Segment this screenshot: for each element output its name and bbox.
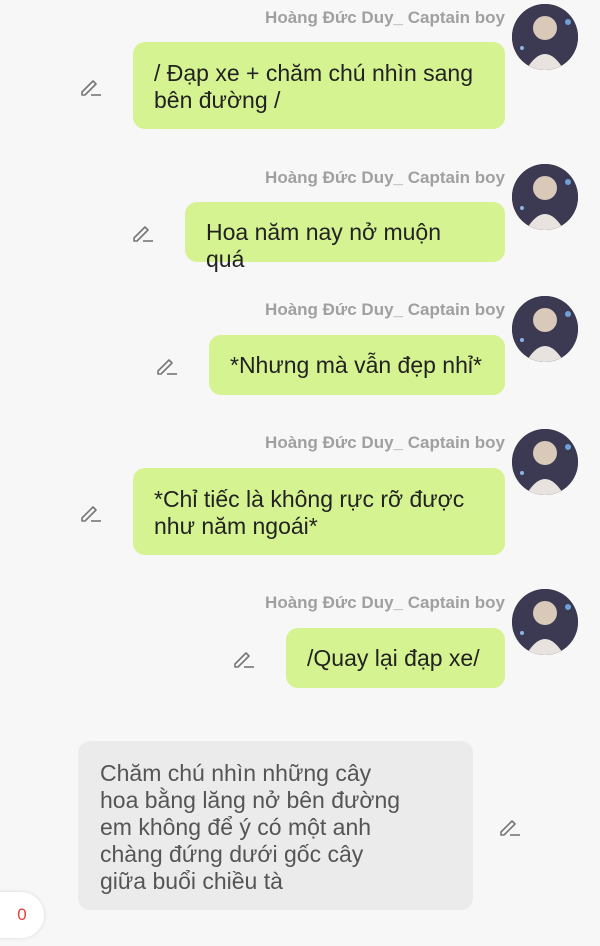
sender-name: Hoàng Đức Duy_ Captain boy <box>265 8 505 27</box>
message-bubble[interactable]: *Nhưng mà vẫn đẹp nhỉ* <box>209 335 505 395</box>
edit-icon[interactable] <box>155 353 179 377</box>
message-bubble[interactable]: Hoa năm nay nở muộn quá <box>185 202 505 272</box>
edit-icon[interactable] <box>131 220 155 244</box>
edit-icon[interactable] <box>79 74 103 98</box>
sender-name: Hoàng Đức Duy_ Captain boy <box>265 593 505 612</box>
user-avatar[interactable] <box>512 296 578 362</box>
sender-name: Hoàng Đức Duy_ Captain boy <box>265 433 505 452</box>
message-bubble[interactable]: Chăm chú nhìn những cây hoa bằng lăng nở… <box>78 741 473 910</box>
message-bubble[interactable]: / Đạp xe + chăm chú nhìn sang bên đường … <box>133 42 505 129</box>
edit-icon[interactable] <box>232 646 256 670</box>
edit-icon[interactable] <box>498 814 522 838</box>
edit-icon[interactable] <box>79 500 103 524</box>
notification-counter[interactable]: 0 <box>0 892 44 938</box>
sender-name: Hoàng Đức Duy_ Captain boy <box>265 168 505 187</box>
user-avatar[interactable] <box>512 429 578 495</box>
user-avatar[interactable] <box>512 589 578 655</box>
user-avatar[interactable] <box>512 4 578 70</box>
message-bubble[interactable]: *Chỉ tiếc là không rực rỡ được như năm n… <box>133 468 505 555</box>
user-avatar[interactable] <box>512 164 578 230</box>
message-bubble[interactable]: /Quay lại đạp xe/ <box>286 628 505 688</box>
sender-name: Hoàng Đức Duy_ Captain boy <box>265 300 505 319</box>
